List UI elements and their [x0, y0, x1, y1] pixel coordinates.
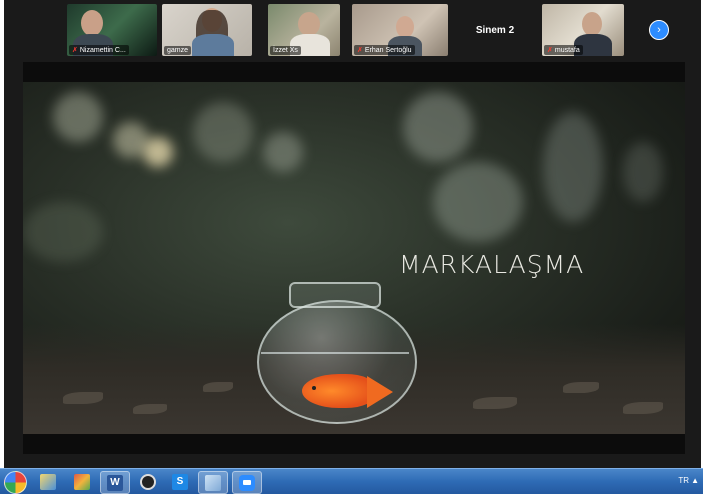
- participant-tile-video-off[interactable]: Sinem 2: [450, 4, 540, 56]
- mic-muted-icon: ✗: [72, 47, 78, 54]
- slide-title: MARKALAŞMA: [399, 250, 585, 279]
- language-indicator[interactable]: TR: [678, 476, 689, 485]
- word-glyph: W: [110, 477, 120, 488]
- tray-expand-icon[interactable]: ▲: [691, 476, 699, 485]
- participant-name: Nizamettin C...: [79, 46, 126, 54]
- participant-name: mustafa: [554, 46, 580, 54]
- mic-muted-icon: ✗: [547, 47, 553, 54]
- participant-name: Erhan Sertoğlu: [364, 46, 412, 54]
- paint-icon[interactable]: [34, 471, 62, 492]
- chrome-icon[interactable]: [4, 471, 27, 494]
- mic-muted-icon: ✗: [357, 47, 363, 54]
- obs-icon[interactable]: [134, 471, 162, 492]
- participant-gallery-strip: ✗ Nizamettin C... gamze İzzet Xs ✗ Erhan…: [4, 0, 701, 62]
- participant-tile[interactable]: ✗ mustafa: [542, 4, 624, 56]
- s-glyph: S: [176, 476, 184, 487]
- presentation-slide: MARKALAŞMA: [23, 82, 685, 434]
- participant-name: Sinem 2: [475, 24, 515, 36]
- fishbowl-image: [257, 282, 417, 424]
- next-page-glyph: ›: [657, 23, 661, 36]
- photos-icon[interactable]: [68, 471, 96, 492]
- word-icon[interactable]: W: [100, 471, 130, 494]
- zoom-meeting-window: ✗ Nizamettin C... gamze İzzet Xs ✗ Erhan…: [4, 0, 701, 468]
- participant-tile[interactable]: İzzet Xs: [268, 4, 340, 56]
- windows-taskbar: W S TR ▲: [0, 468, 703, 494]
- participant-tile[interactable]: ✗ Erhan Sertoğlu: [352, 4, 448, 56]
- participant-name-tag: ✗ Erhan Sertoğlu: [354, 45, 415, 55]
- participant-name-tag: ✗ Nizamettin C...: [69, 45, 129, 55]
- participant-name-tag: gamze: [164, 46, 192, 55]
- goldfish-image: [302, 374, 376, 408]
- participant-tile[interactable]: ✗ Nizamettin C...: [67, 4, 157, 56]
- zoom-icon[interactable]: [232, 471, 262, 494]
- participant-name: İzzet Xs: [273, 47, 298, 54]
- participant-name: gamze: [167, 47, 189, 54]
- participant-tile[interactable]: gamze: [162, 4, 252, 56]
- participant-name-tag: ✗ mustafa: [544, 45, 583, 55]
- network-app-icon[interactable]: [198, 471, 228, 494]
- chevron-right-icon[interactable]: ›: [649, 20, 669, 40]
- screen-share-area: MARKALAŞMA: [23, 62, 685, 454]
- app-s-icon[interactable]: S: [166, 471, 194, 492]
- participant-name-tag: İzzet Xs: [270, 46, 301, 55]
